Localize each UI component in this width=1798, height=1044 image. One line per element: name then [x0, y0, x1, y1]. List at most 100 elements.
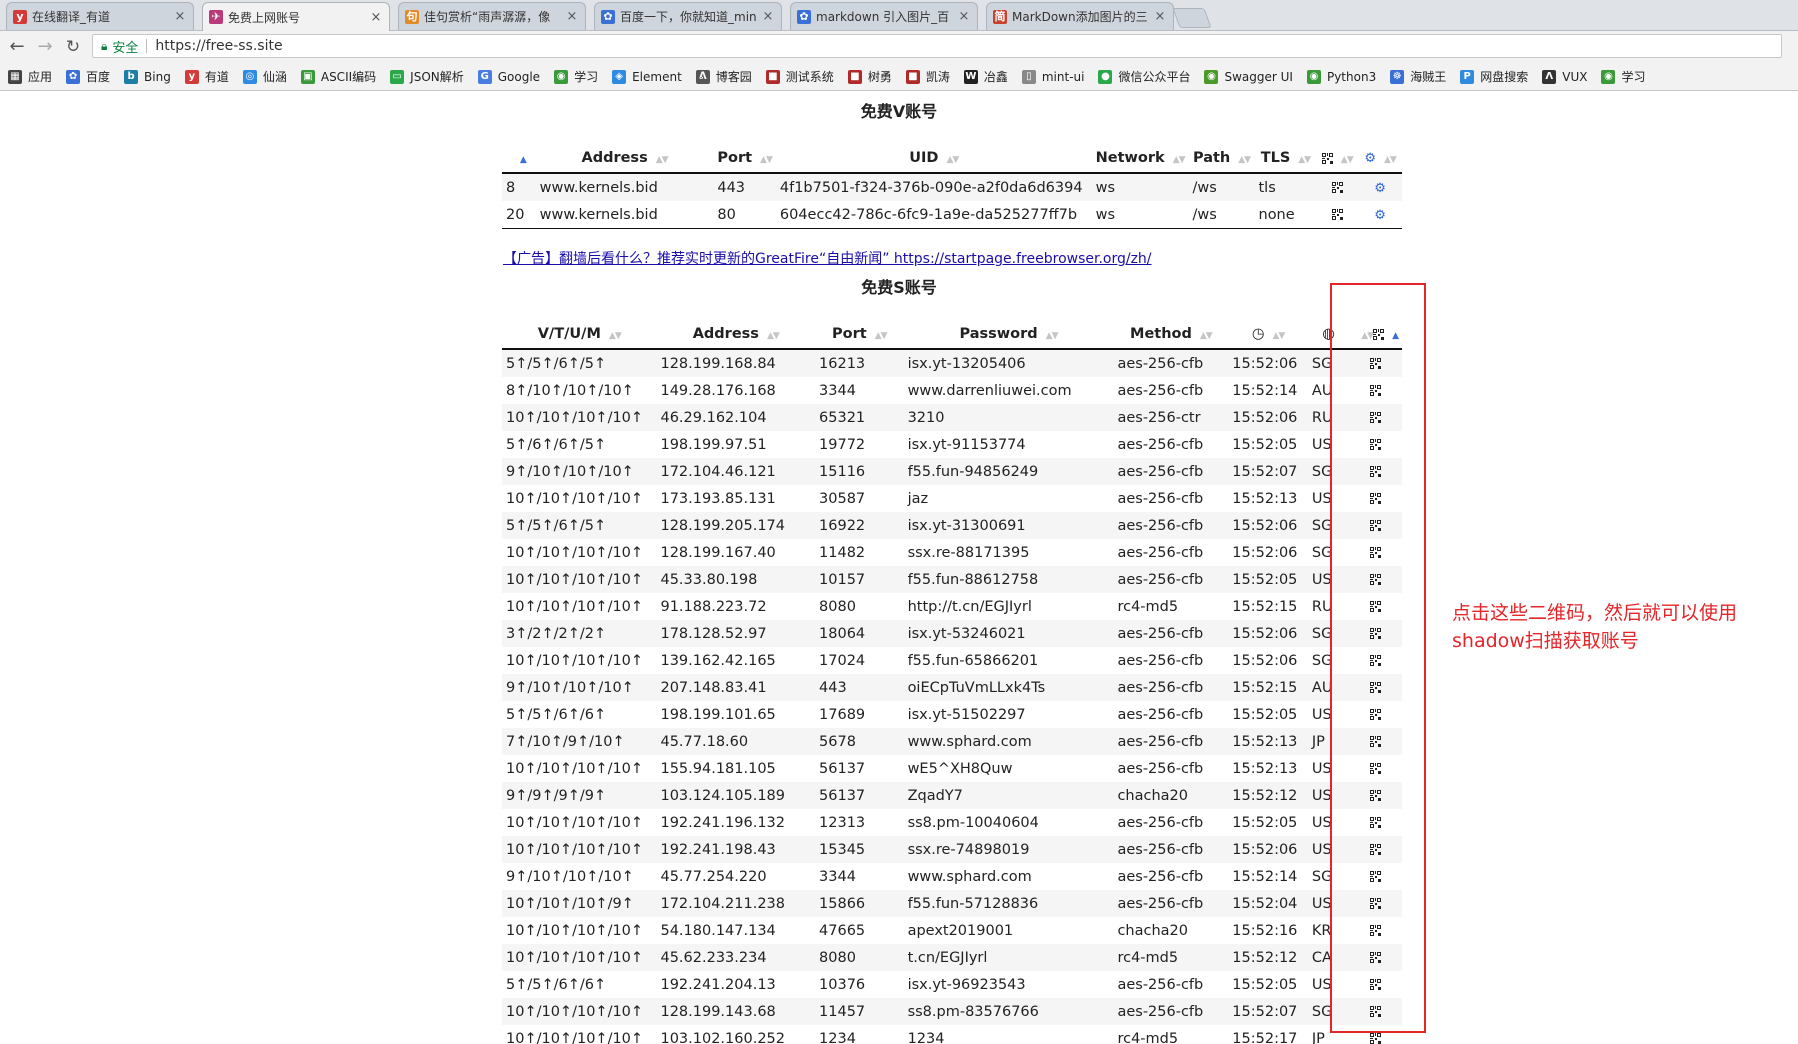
browser-tab[interactable]: ✿ markdown 引入图片_百 ×	[790, 2, 978, 30]
bookmark-label: 海贼王	[1410, 70, 1447, 84]
sort-asc-icon[interactable]: ▲	[520, 155, 527, 165]
table-row: 10↑/10↑/10↑/10↑ 45.62.233.234 8080 t.cn/EGJ…	[502, 944, 1402, 971]
bookmark-item[interactable]: ▣ ASCII编码	[300, 68, 376, 85]
table-cell: 15:52:05	[1232, 706, 1298, 723]
table-cell: 5↑/5↑/6↑/5↑	[502, 349, 657, 377]
column-header[interactable]: Address ▲▼	[656, 320, 816, 350]
tab-close-icon[interactable]: ×	[761, 9, 775, 24]
table-cell: aes-256-cfb	[1117, 382, 1204, 399]
bookmark-item[interactable]: ◉ Swagger UI	[1204, 69, 1293, 84]
column-header[interactable]: Password ▲▼	[903, 320, 1114, 350]
browser-tab[interactable]: ✈ 免费上网账号 ×	[202, 2, 390, 31]
bookmark-item[interactable]: ◉ Python3	[1306, 69, 1376, 84]
bookmark-item[interactable]: ▦ 应用	[8, 68, 52, 85]
column-header[interactable]: ▲	[502, 144, 536, 174]
column-header[interactable]: Port ▲▼	[713, 144, 776, 174]
table-cell: 15116	[815, 458, 904, 485]
tab-close-icon[interactable]: ×	[565, 9, 579, 24]
table-cell: 15:52:12	[1228, 944, 1308, 971]
ad-link[interactable]: 【广告】翻墙后看什么？推荐实时更新的GreatFire“自由新闻” https:…	[503, 248, 1152, 268]
tab-close-icon[interactable]: ×	[1153, 9, 1167, 24]
forward-icon[interactable]: →	[34, 36, 56, 58]
bookmark-item[interactable]: ◎ 仙涵	[242, 68, 287, 85]
bookmark-label: 凯涛	[925, 70, 950, 84]
qr-code-icon[interactable]	[1331, 209, 1343, 220]
bookmark-item[interactable]: ᕕ 博客园	[695, 68, 752, 85]
bookmark-item[interactable]: ☸ 海贼王	[1390, 68, 1446, 85]
sort-icon[interactable]: ▲▼	[1200, 331, 1213, 341]
bookmark-label: 仙涵	[262, 70, 287, 84]
qr-code-icon[interactable]	[1331, 182, 1343, 193]
reload-icon[interactable]: ↻	[62, 36, 84, 58]
column-header[interactable]: ◷ ▲▼	[1228, 320, 1308, 350]
bookmark-item[interactable]: ■ 凯涛	[905, 68, 950, 85]
column-header-label: TLS	[1260, 150, 1291, 166]
column-header[interactable]: Network ▲▼	[1091, 144, 1189, 174]
address-bar[interactable]: 🔒︎ 安全 https://free-ss.site	[92, 34, 1782, 58]
bookmark-icon: y	[184, 69, 199, 84]
sort-icon[interactable]: ▲▼	[1384, 155, 1397, 165]
qr-code-icon[interactable]	[1321, 152, 1333, 164]
browser-tab[interactable]: 句佳句赏析“雨声潺潺，像 ×	[398, 2, 586, 30]
column-header[interactable]: UID ▲▼	[775, 144, 1092, 174]
bookmark-item[interactable]: y 有道	[184, 68, 229, 85]
bookmark-item[interactable]: b Bing	[124, 69, 171, 84]
browser-tab[interactable]: 简 MarkDown添加图片的三 ×	[986, 2, 1174, 30]
table-cell: aes-256-cfb	[1117, 490, 1204, 507]
column-header[interactable]: ▲▼	[1316, 144, 1359, 174]
config-icon[interactable]: ⚙	[1374, 181, 1386, 196]
column-header[interactable]: Method ▲▼	[1113, 320, 1229, 350]
column-header[interactable]: Address ▲▼	[535, 144, 714, 174]
sort-icon[interactable]: ▲▼	[1238, 155, 1251, 165]
bookmark-item[interactable]: ✿ 百度	[66, 68, 110, 85]
sort-icon[interactable]: ▲▼	[1046, 331, 1059, 341]
qr-code-icon[interactable]	[1370, 1033, 1382, 1044]
bookmark-item[interactable]: ◈ Element	[612, 69, 682, 84]
browser-tab[interactable]: y 在线翻译_有道 ×	[6, 2, 194, 30]
sort-icon[interactable]: ▲▼	[946, 155, 959, 165]
new-tab-button[interactable]	[1172, 8, 1212, 28]
url-text[interactable]: https://free-ss.site	[155, 38, 282, 54]
sort-icon[interactable]: ▲▼	[1341, 155, 1354, 165]
bookmark-item[interactable]: ■ 测试系统	[765, 68, 834, 85]
bookmark-item[interactable]: ◉ 学习	[1601, 68, 1645, 85]
column-header[interactable]: Path ▲▼	[1188, 144, 1255, 174]
sort-icon[interactable]: ▲▼	[609, 331, 622, 341]
table-cell: aes-256-cfb	[1117, 976, 1204, 993]
qr-cell	[1316, 201, 1359, 229]
table-cell: 10↑/10↑/10↑/10↑	[502, 836, 657, 863]
back-icon[interactable]: ←	[6, 36, 28, 58]
bookmark-item[interactable]: W 冶鑫	[963, 68, 1008, 85]
column-header[interactable]: ⚙ ▲▼	[1358, 144, 1402, 174]
tab-close-icon[interactable]: ×	[173, 9, 187, 24]
bookmark-item[interactable]: ▯ mint-ui	[1021, 69, 1084, 84]
sort-icon[interactable]: ▲▼	[1273, 331, 1286, 341]
table-cell: 5↑/6↑/6↑/5↑	[506, 436, 607, 453]
table-row: 10↑/10↑/10↑/10↑ 173.193.85.131 30587 jaz aes…	[502, 485, 1402, 512]
bookmark-item[interactable]: ▭ JSON解析	[390, 68, 464, 85]
column-header[interactable]: Port ▲▼	[815, 320, 904, 350]
column-header[interactable]: TLS ▲▼	[1254, 144, 1317, 174]
bookmark-item[interactable]: G Google	[477, 69, 540, 84]
sort-icon[interactable]: ▲▼	[875, 331, 888, 341]
sort-icon[interactable]: ▲▼	[656, 155, 669, 165]
bookmark-item[interactable]: ● 微信公众平台	[1098, 68, 1190, 85]
sort-icon[interactable]: ▲▼	[767, 331, 780, 341]
table-cell: f55.fun-65866201	[907, 652, 1039, 669]
sort-icon[interactable]: ▲▼	[1173, 155, 1186, 165]
table-cell: 10↑/10↑/10↑/10↑	[506, 922, 644, 939]
bookmark-item[interactable]: Λ VUX	[1542, 69, 1587, 84]
table-cell: isx.yt-53246021	[903, 620, 1114, 647]
bookmark-item[interactable]: ■ 树勇	[847, 68, 892, 85]
tab-close-icon[interactable]: ×	[369, 10, 383, 25]
table-cell: 10↑/10↑/10↑/10↑	[502, 404, 657, 431]
config-icon[interactable]: ⚙	[1374, 208, 1386, 223]
tab-close-icon[interactable]: ×	[957, 9, 971, 24]
bookmark-item[interactable]: ◉ 学习	[554, 68, 598, 85]
table-cell: www.darrenliuwei.com	[907, 382, 1072, 399]
sort-icon[interactable]: ▲▼	[760, 155, 773, 165]
column-header[interactable]: V/T/U/M ▲▼	[502, 320, 657, 350]
browser-tab[interactable]: ✿ 百度一下，你就知道_min ×	[594, 2, 782, 30]
sort-icon[interactable]: ▲▼	[1298, 155, 1311, 165]
bookmark-item[interactable]: P 网盘搜索	[1460, 68, 1528, 85]
